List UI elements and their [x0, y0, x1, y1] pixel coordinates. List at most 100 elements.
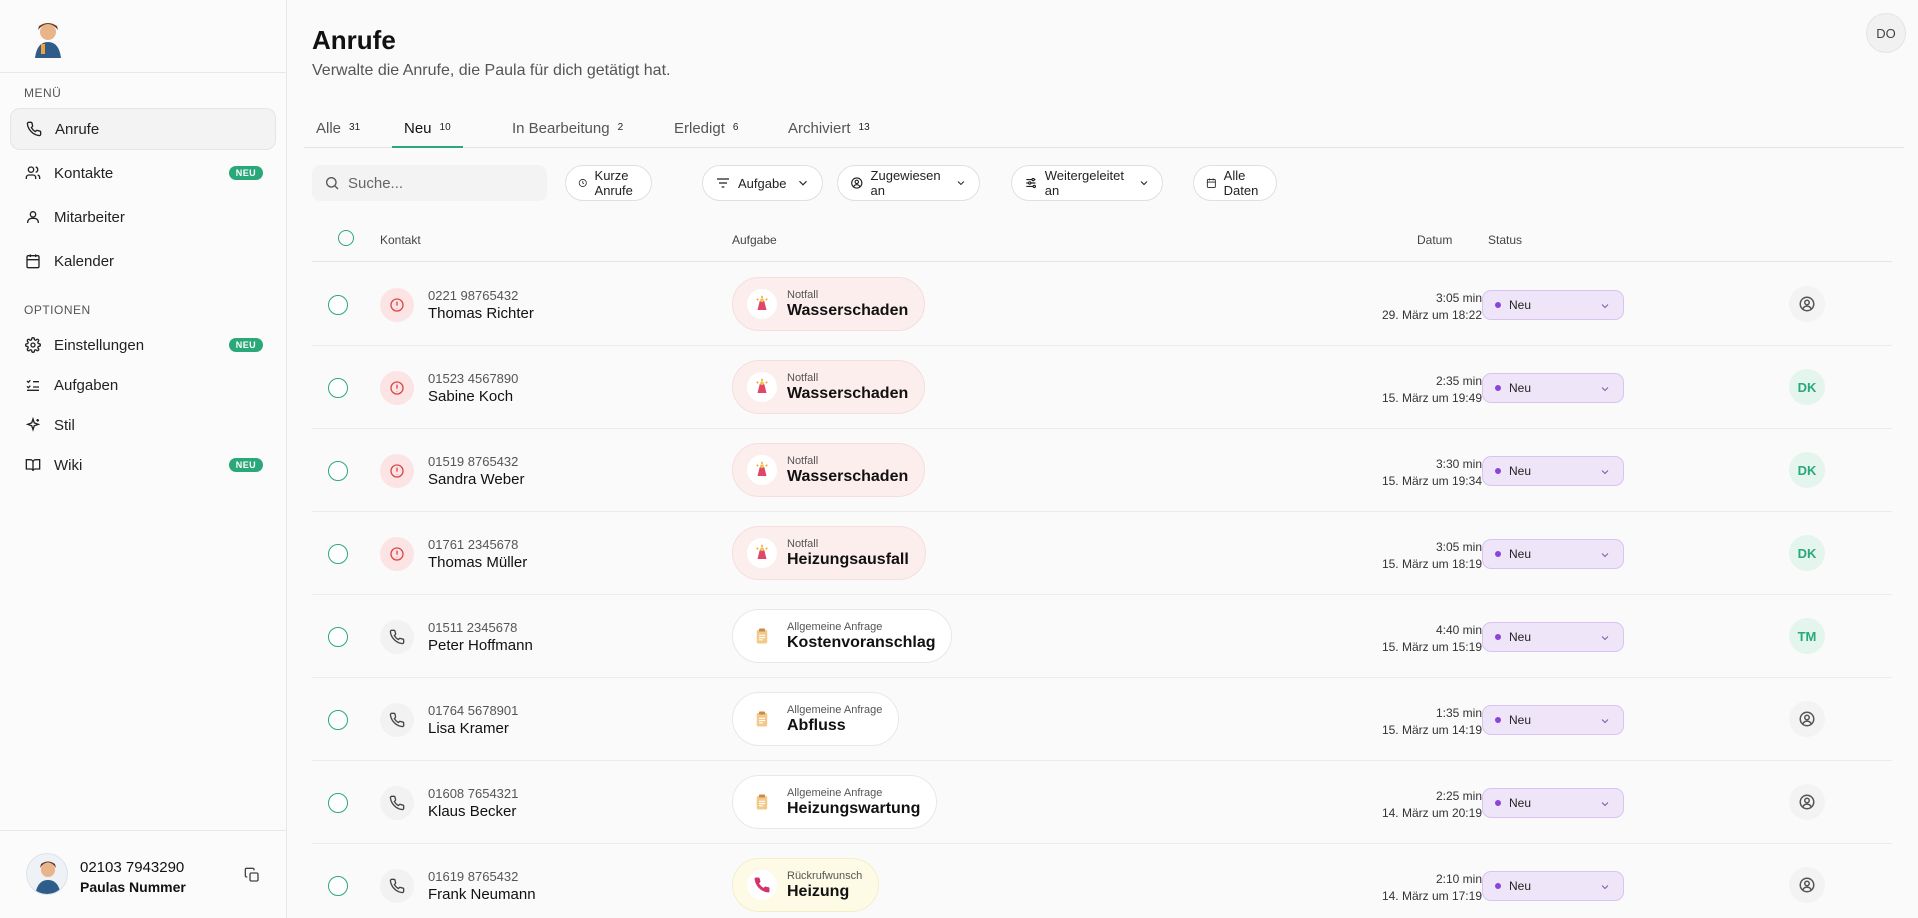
call-timestamp: 29. März um 18:22 [1381, 308, 1482, 322]
table-row[interactable]: 01511 2345678 Peter Hoffmann Allgemeine … [312, 595, 1892, 678]
table-row[interactable]: 01519 8765432 Sandra Weber Notfall Wasse… [312, 429, 1892, 512]
chevron-down-icon [957, 181, 965, 186]
status-dropdown[interactable]: Neu [1482, 705, 1624, 735]
row-checkbox[interactable] [328, 378, 348, 398]
status-dropdown[interactable]: Neu [1482, 788, 1624, 818]
call-timestamp: 15. März um 19:49 [1381, 391, 1482, 405]
sidebar-item-kontakte[interactable]: Kontakte NEU [10, 152, 276, 194]
table-row[interactable]: 01608 7654321 Klaus Becker Allgemeine An… [312, 761, 1892, 844]
status-label: Neu [1509, 879, 1532, 893]
filter-kurze-anrufe-button[interactable]: Kurze Anrufe [565, 165, 653, 201]
paula-avatar-icon [35, 861, 61, 894]
task-chip[interactable]: Notfall Wasserschaden [732, 277, 926, 331]
contact-name[interactable]: Thomas Richter [428, 305, 534, 322]
filter-weitergeleitet-button[interactable]: Weitergeleitet an [1011, 165, 1164, 201]
contact-name[interactable]: Sabine Koch [428, 388, 513, 405]
task-chip[interactable]: Notfall Heizungsausfall [732, 526, 926, 580]
row-checkbox[interactable] [328, 710, 348, 730]
contacts-icon [24, 164, 42, 182]
task-chip[interactable]: Notfall Wasserschaden [732, 360, 926, 414]
tab-archiviert[interactable]: Archiviert 13 [776, 110, 882, 148]
contact-name[interactable]: Frank Neumann [428, 886, 536, 903]
assign-user-icon[interactable] [1789, 784, 1825, 820]
contact-name[interactable]: Thomas Müller [428, 554, 527, 571]
row-checkbox[interactable] [328, 544, 348, 564]
sidebar-item-mitarbeiter[interactable]: Mitarbeiter [10, 196, 276, 238]
assignee-avatar[interactable]: TM [1789, 618, 1825, 654]
assignee-avatar[interactable]: DK [1789, 452, 1825, 488]
row-checkbox[interactable] [328, 793, 348, 813]
copy-icon[interactable] [244, 867, 260, 883]
task-category: Rückrufwunsch [787, 869, 863, 882]
assignee-avatar[interactable]: DK [1789, 369, 1825, 405]
task-chip[interactable]: Rückrufwunsch Heizung [732, 858, 880, 912]
tab-alle[interactable]: Alle 31 [304, 110, 372, 148]
table-row[interactable]: 01764 5678901 Lisa Kramer Allgemeine Anf… [312, 678, 1892, 761]
filter-alle-daten-button[interactable]: Alle Daten [1193, 165, 1277, 201]
task-chip[interactable]: Notfall Wasserschaden [732, 443, 926, 497]
sidebar-item-wiki[interactable]: Wiki NEU [10, 444, 276, 486]
filter-zugewiesen-button[interactable]: Zugewiesen an [837, 165, 981, 201]
phone-icon [380, 786, 414, 820]
sidebar-item-kalender[interactable]: Kalender [10, 240, 276, 282]
row-checkbox[interactable] [328, 461, 348, 481]
table-row[interactable]: 01619 8765432 Frank Neumann Rückrufwunsc… [312, 844, 1892, 918]
status-label: Neu [1509, 713, 1532, 727]
tab-neu[interactable]: Neu 10 [392, 110, 463, 148]
emergency-alarm-icon [747, 538, 777, 568]
table-row[interactable]: 01523 4567890 Sabine Koch Notfall Wasser… [312, 346, 1892, 429]
row-checkbox[interactable] [328, 295, 348, 315]
emergency-alarm-icon [747, 289, 777, 319]
search-input[interactable] [348, 174, 538, 192]
emergency-alarm-icon [747, 455, 777, 485]
sidebar-item-anrufe[interactable]: Anrufe [10, 108, 276, 150]
row-checkbox[interactable] [328, 876, 348, 896]
status-dropdown[interactable]: Neu [1482, 871, 1624, 901]
sidebar-item-einstellungen[interactable]: Einstellungen NEU [10, 324, 276, 366]
alert-icon [380, 537, 414, 571]
status-dropdown[interactable]: Neu [1482, 373, 1624, 403]
task-title: Kostenvoranschlag [787, 633, 936, 651]
paula-logo-icon[interactable] [27, 18, 69, 58]
status-dropdown[interactable]: Neu [1482, 456, 1624, 486]
contact-name[interactable]: Lisa Kramer [428, 720, 509, 737]
sidebar-item-stil[interactable]: Stil [10, 404, 276, 446]
task-chip[interactable]: Allgemeine Anfrage Heizungswartung [732, 775, 938, 829]
tab-label: Erledigt [674, 120, 725, 137]
status-dropdown[interactable]: Neu [1482, 539, 1624, 569]
tab-count: 2 [617, 122, 624, 133]
alert-icon [380, 288, 414, 322]
task-chip[interactable]: Allgemeine Anfrage Abfluss [732, 692, 900, 746]
assign-user-icon[interactable] [1789, 701, 1825, 737]
assign-user-icon[interactable] [1789, 286, 1825, 322]
status-label: Neu [1509, 381, 1532, 395]
table-row[interactable]: 0221 98765432 Thomas Richter Notfall Was… [312, 263, 1892, 346]
filter-label: Zugewiesen an [870, 168, 941, 198]
user-avatar[interactable]: DO [1866, 13, 1906, 53]
contact-name[interactable]: Sandra Weber [428, 471, 524, 488]
task-title: Heizung [787, 882, 850, 900]
tab-in-bearbeitung[interactable]: In Bearbeitung 2 [500, 110, 635, 148]
task-chip[interactable]: Allgemeine Anfrage Kostenvoranschlag [732, 609, 953, 663]
paula-number-label: Paulas Nummer [80, 879, 186, 895]
contact-phone: 01761 2345678 [428, 537, 519, 552]
status-dropdown[interactable]: Neu [1482, 622, 1624, 652]
tab-count: 6 [732, 122, 739, 133]
call-date: 3:05 min 29. März um 18:22 [1382, 290, 1482, 324]
user-circle-icon [851, 177, 863, 189]
sidebar-item-aufgaben[interactable]: Aufgaben [10, 364, 276, 406]
task-category: Notfall [787, 288, 819, 301]
filter-aufgabe-button[interactable]: Aufgabe [702, 165, 824, 201]
contact-name[interactable]: Peter Hoffmann [428, 637, 533, 654]
assign-user-icon[interactable] [1789, 867, 1825, 903]
options-section-label: OPTIONEN [24, 303, 91, 317]
assignee-avatar[interactable]: DK [1789, 535, 1825, 571]
sidebar-item-label: Stil [54, 416, 75, 434]
row-checkbox[interactable] [328, 627, 348, 647]
status-dropdown[interactable]: Neu [1482, 290, 1624, 320]
contact-phone: 0221 98765432 [428, 288, 519, 303]
contact-name[interactable]: Klaus Becker [428, 803, 516, 820]
tab-erledigt[interactable]: Erledigt 6 [662, 110, 750, 148]
table-row[interactable]: 01761 2345678 Thomas Müller Notfall Heiz… [312, 512, 1892, 595]
call-date: 3:30 min 15. März um 19:34 [1382, 456, 1482, 490]
